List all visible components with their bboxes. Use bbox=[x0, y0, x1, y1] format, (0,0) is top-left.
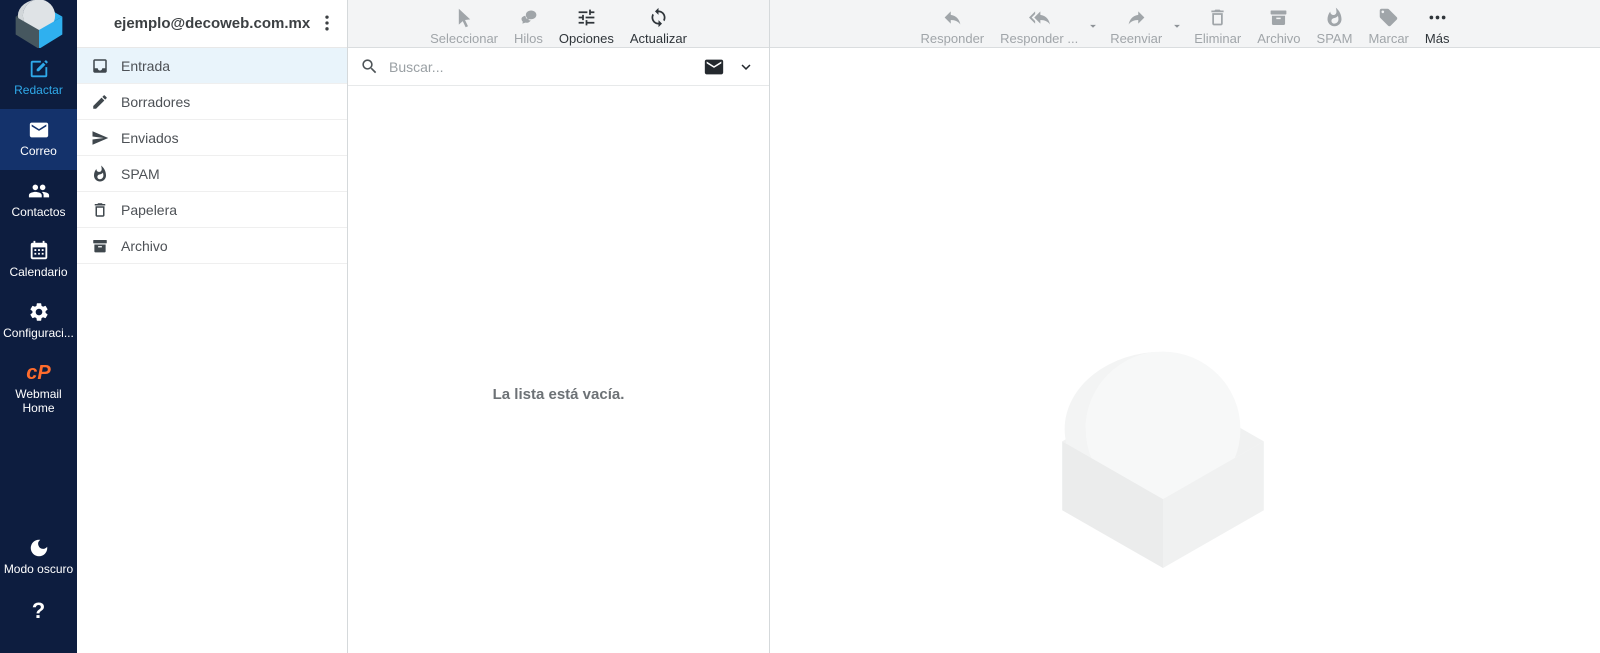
folder-label: SPAM bbox=[121, 166, 160, 182]
pencil-icon bbox=[91, 93, 109, 111]
archive-icon bbox=[91, 237, 109, 255]
sidebar-item-webmail-home[interactable]: cP Webmail Home bbox=[0, 352, 77, 427]
options-button[interactable]: Opciones bbox=[551, 5, 622, 48]
sidebar-item-label: Correo bbox=[20, 144, 57, 158]
folder-label: Archivo bbox=[121, 238, 168, 254]
reply-button[interactable]: Responder bbox=[913, 5, 993, 48]
tag-icon bbox=[1378, 7, 1399, 28]
sidebar-item-contacts[interactable]: Contactos bbox=[0, 170, 77, 231]
folder-item-drafts[interactable]: Borradores bbox=[77, 84, 347, 120]
trash-icon bbox=[91, 201, 109, 219]
more-icon bbox=[1427, 7, 1448, 28]
caret-down-icon bbox=[1170, 19, 1184, 33]
forward-button[interactable]: Reenviar bbox=[1102, 5, 1170, 48]
sidebar-item-help[interactable]: ? bbox=[0, 588, 77, 653]
sidebar-item-label: Modo oscuro bbox=[4, 562, 73, 576]
calendar-icon bbox=[28, 240, 50, 262]
help-icon: ? bbox=[32, 598, 45, 623]
empty-list-message: La lista está vacía. bbox=[348, 386, 769, 403]
folder-item-trash[interactable]: Papelera bbox=[77, 192, 347, 228]
sidebar-item-label: Webmail Home bbox=[15, 387, 61, 415]
sidebar-item-label: Configuraci... bbox=[3, 326, 74, 340]
mail-scope-icon bbox=[703, 56, 725, 78]
forward-dropdown-button[interactable] bbox=[1170, 5, 1186, 36]
folder-item-inbox[interactable]: Entrada bbox=[77, 48, 347, 84]
reply-icon bbox=[942, 7, 963, 28]
moon-icon bbox=[28, 537, 50, 559]
message-toolbar: Responder Responder ... Reenviar bbox=[770, 0, 1600, 48]
folder-panel: ejemplo@decoweb.com.mx Entrada Borradore… bbox=[77, 0, 347, 653]
spam-button[interactable]: SPAM bbox=[1309, 5, 1361, 48]
sidebar-item-mail[interactable]: Correo bbox=[0, 109, 77, 170]
sidebar-item-calendar[interactable]: Calendario bbox=[0, 230, 77, 291]
sidebar-item-compose[interactable]: Redactar bbox=[0, 48, 77, 109]
search-icon bbox=[360, 57, 379, 76]
reply-all-dropdown-button[interactable] bbox=[1086, 5, 1102, 36]
options-icon bbox=[576, 7, 597, 28]
flame-icon bbox=[91, 165, 109, 183]
flame-icon bbox=[1324, 7, 1345, 28]
sidebar-item-label: Calendario bbox=[9, 265, 67, 279]
folder-label: Enviados bbox=[121, 130, 179, 146]
search-input[interactable] bbox=[389, 59, 701, 75]
archive-button[interactable]: Archivo bbox=[1249, 5, 1308, 48]
folder-label: Borradores bbox=[121, 94, 190, 110]
threads-button[interactable]: Hilos bbox=[506, 5, 551, 48]
account-email: ejemplo@decoweb.com.mx bbox=[114, 15, 310, 32]
contacts-icon bbox=[28, 180, 50, 202]
mail-icon bbox=[28, 119, 50, 141]
message-list[interactable]: La lista está vacía. bbox=[348, 86, 769, 653]
refresh-icon bbox=[648, 7, 669, 28]
reply-all-button[interactable]: Responder ... bbox=[992, 5, 1086, 48]
search-scope-button[interactable] bbox=[701, 54, 727, 80]
more-button[interactable]: Más bbox=[1417, 5, 1458, 48]
folder-actions-menu-button[interactable] bbox=[313, 10, 341, 38]
threads-icon bbox=[518, 7, 539, 28]
forward-icon bbox=[1126, 7, 1147, 28]
sidebar-item-settings[interactable]: Configuraci... bbox=[0, 291, 77, 352]
cpanel-icon: cP bbox=[2, 362, 75, 385]
sidebar-item-dark-mode[interactable]: Modo oscuro bbox=[0, 527, 77, 588]
chevron-down-icon bbox=[737, 58, 755, 76]
account-header: ejemplo@decoweb.com.mx bbox=[77, 0, 347, 48]
delete-button[interactable]: Eliminar bbox=[1186, 5, 1249, 48]
app-logo bbox=[0, 0, 77, 48]
search-options-button[interactable] bbox=[727, 56, 757, 78]
folder-label: Entrada bbox=[121, 58, 170, 74]
logo-watermark bbox=[1040, 316, 1286, 568]
roundcube-logo-icon bbox=[11, 0, 67, 48]
reply-all-icon bbox=[1029, 7, 1050, 28]
folder-item-spam[interactable]: SPAM bbox=[77, 156, 347, 192]
select-button[interactable]: Seleccionar bbox=[422, 5, 506, 48]
mark-button[interactable]: Marcar bbox=[1360, 5, 1416, 48]
sidebar-item-label: Redactar bbox=[14, 83, 63, 97]
caret-down-icon bbox=[1086, 19, 1100, 33]
sidebar-spacer bbox=[0, 427, 77, 527]
refresh-button[interactable]: Actualizar bbox=[622, 5, 695, 48]
cursor-icon bbox=[454, 7, 475, 28]
folder-label: Papelera bbox=[121, 202, 177, 218]
inbox-icon bbox=[91, 57, 109, 75]
trash-icon bbox=[1207, 7, 1228, 28]
kebab-menu-icon bbox=[317, 13, 337, 33]
webmail-app: Redactar Correo Contactos Calendario Con bbox=[0, 0, 1600, 653]
send-icon bbox=[91, 129, 109, 147]
sidebar-item-label: Contactos bbox=[11, 205, 65, 219]
task-sidebar: Redactar Correo Contactos Calendario Con bbox=[0, 0, 77, 653]
message-list-panel: Seleccionar Hilos Opciones Actualiza bbox=[347, 0, 770, 653]
archive-icon bbox=[1268, 7, 1289, 28]
content-panel: Responder Responder ... Reenviar bbox=[770, 0, 1600, 653]
compose-icon bbox=[28, 58, 50, 80]
list-toolbar: Seleccionar Hilos Opciones Actualiza bbox=[348, 0, 769, 48]
message-preview-area bbox=[770, 48, 1600, 653]
folder-item-archive[interactable]: Archivo bbox=[77, 228, 347, 264]
folder-item-sent[interactable]: Enviados bbox=[77, 120, 347, 156]
settings-icon bbox=[28, 301, 50, 323]
search-bar bbox=[348, 48, 769, 86]
